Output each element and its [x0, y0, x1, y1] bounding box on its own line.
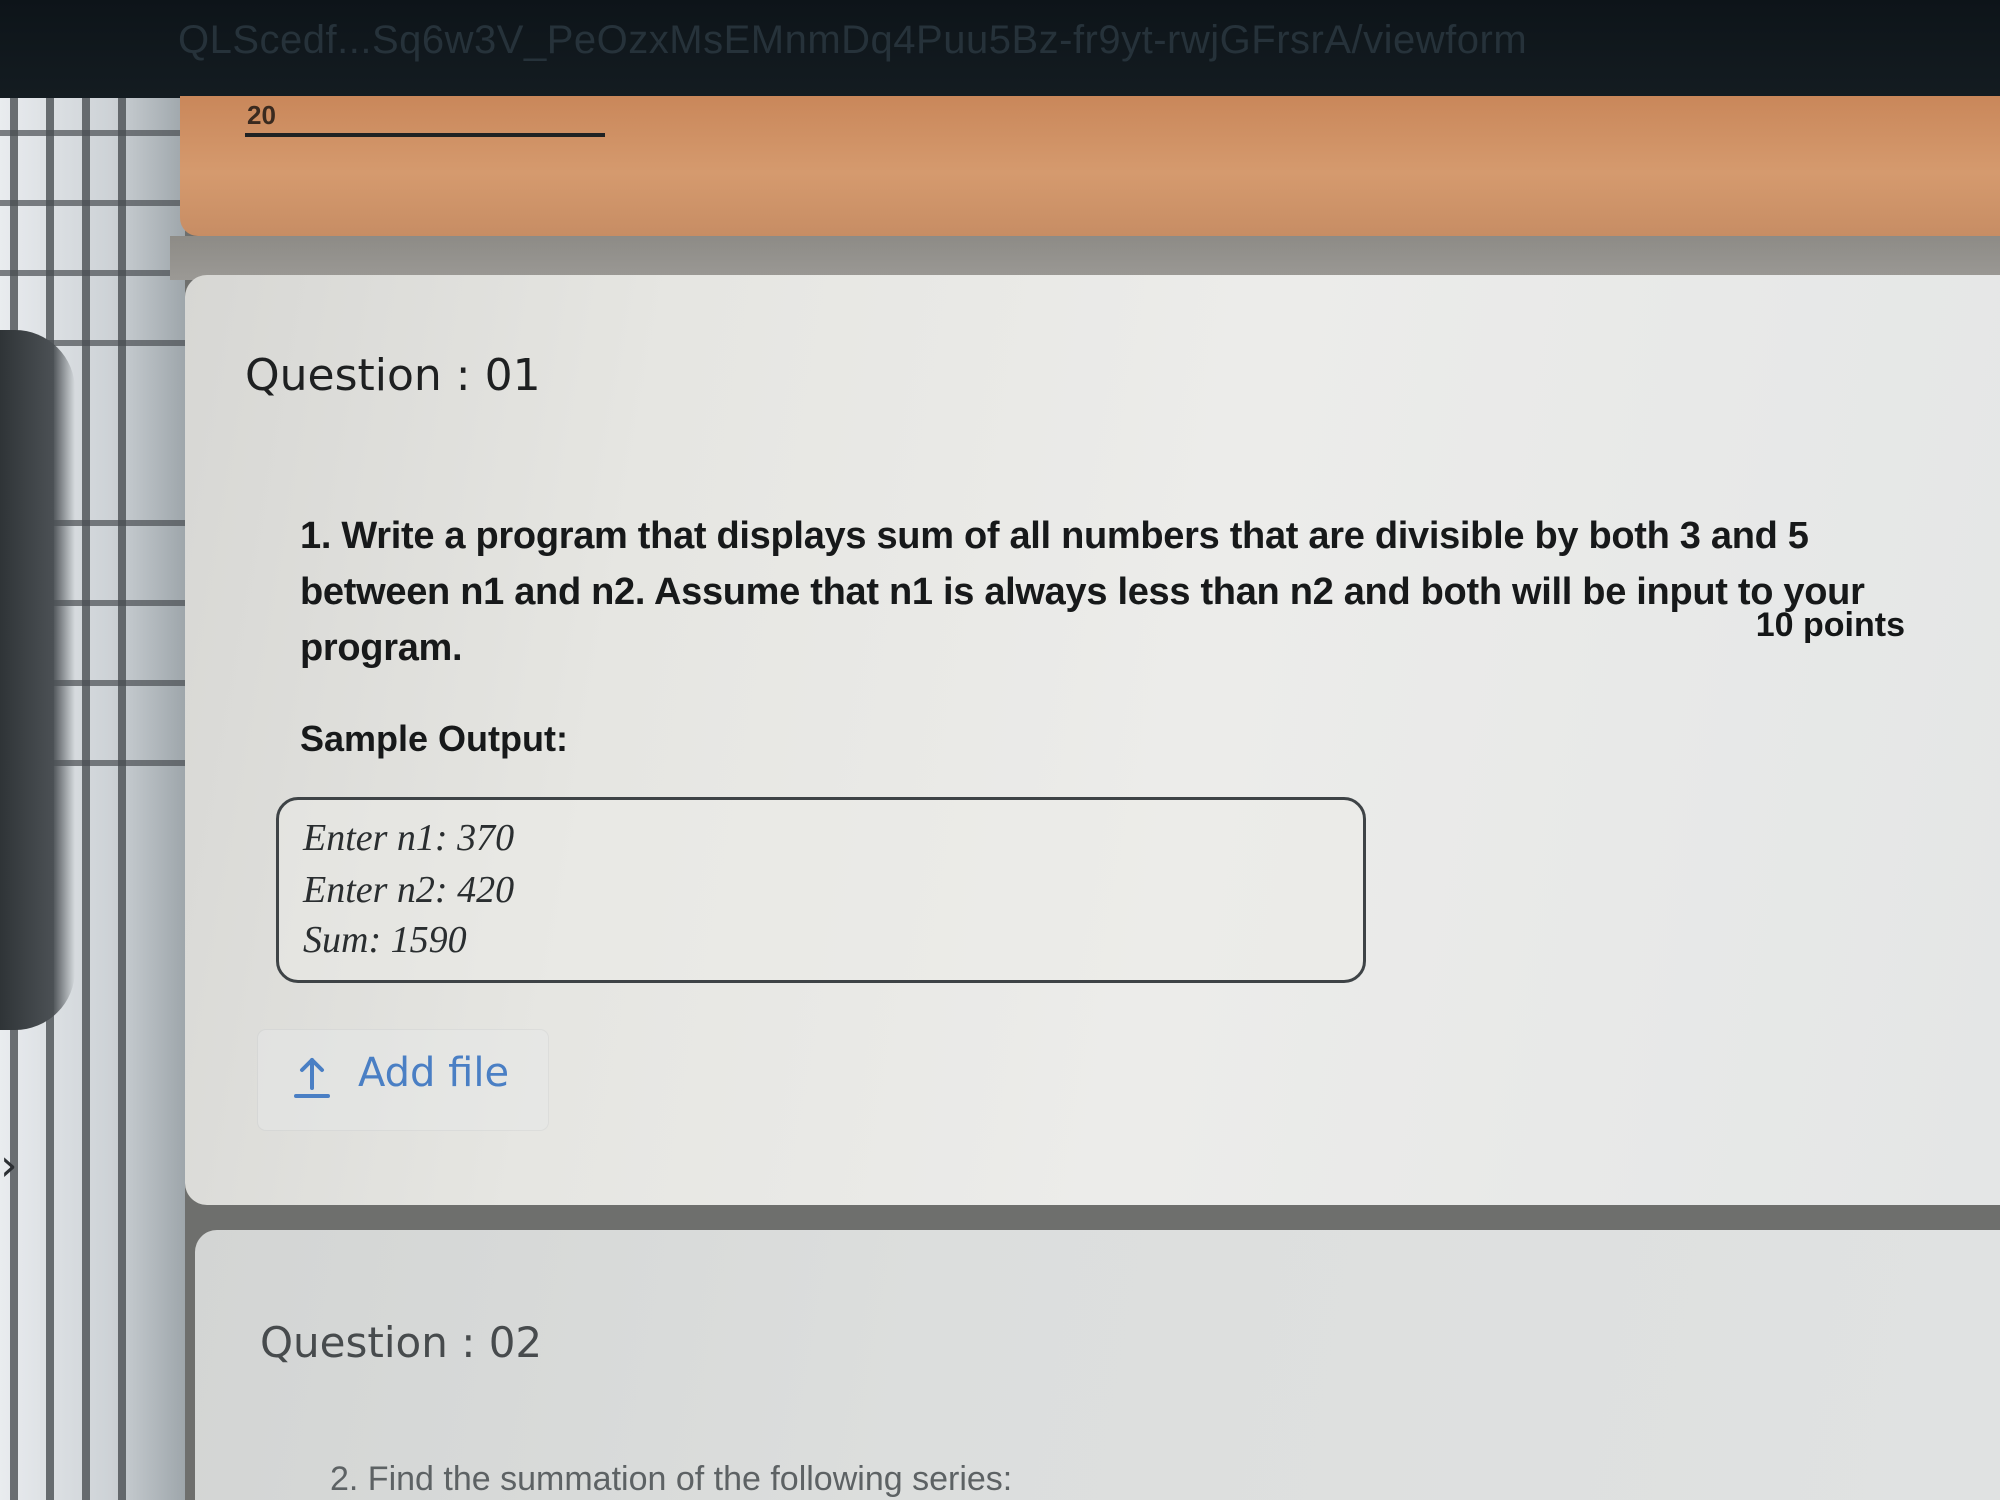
question-title: Question : 01	[245, 350, 541, 401]
sample-output-label: Sample Output:	[300, 718, 568, 759]
points-label: 10 points	[1755, 606, 1905, 644]
window-bar	[0, 200, 185, 206]
window-bar	[0, 130, 185, 136]
arrow-icon: ›	[0, 1140, 18, 1191]
question-text: 2. Find the summation of the following s…	[330, 1460, 1013, 1498]
previous-section-card	[180, 96, 2000, 236]
browser-address-bar[interactable]: QLScedf...Sq6w3V_PeOzxMsEMnmDq4Puu5Bz-fr…	[0, 0, 2000, 98]
upload-icon[interactable]	[293, 1056, 331, 1100]
sample-output-line: Enter n1: 370	[303, 817, 515, 859]
address-bar-url[interactable]: QLScedf...Sq6w3V_PeOzxMsEMnmDq4Puu5Bz-fr…	[178, 18, 1527, 63]
screen: QLScedf...Sq6w3V_PeOzxMsEMnmDq4Puu5Bz-fr…	[0, 0, 2000, 1500]
window-bar	[118, 0, 126, 1500]
sample-output-line: Sum: 1590	[303, 919, 467, 961]
previous-section-text: 20	[247, 100, 276, 130]
question-title: Question : 02	[260, 1318, 543, 1367]
section-gap	[170, 236, 2000, 280]
previous-section-underline	[245, 133, 605, 137]
question-text: 1. Write a program that displays sum of …	[300, 515, 1865, 669]
window-background	[0, 0, 185, 1500]
window-bar	[0, 270, 185, 276]
add-file-label[interactable]: Add file	[358, 1050, 509, 1096]
sample-output-line: Enter n2: 420	[303, 869, 515, 911]
shadow	[0, 330, 75, 1030]
window-bar	[82, 0, 90, 1500]
